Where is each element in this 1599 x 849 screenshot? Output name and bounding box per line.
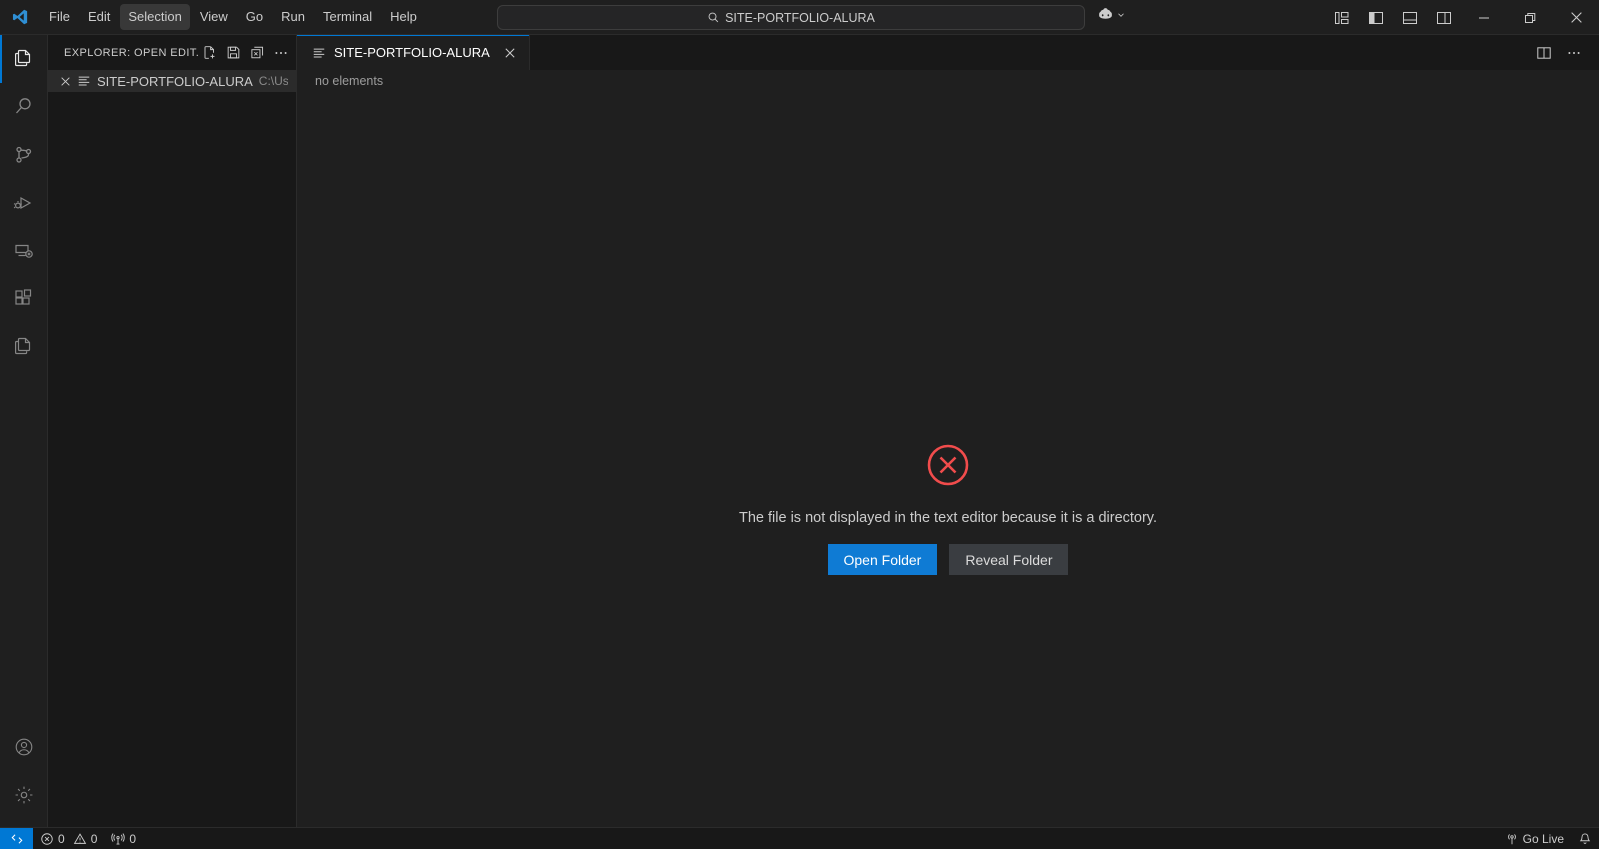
breadcrumb[interactable]: no elements	[297, 70, 1599, 92]
menu-file[interactable]: File	[41, 4, 78, 30]
activity-item-explorer[interactable]	[0, 35, 48, 83]
close-icon[interactable]	[60, 73, 71, 89]
layout-panel-icon[interactable]	[1393, 0, 1427, 35]
copilot-button[interactable]	[1097, 6, 1126, 23]
menu-bar: File Edit Selection View Go Run Terminal…	[40, 0, 426, 34]
tab-bar: SITE-PORTFOLIO-ALURA	[297, 35, 1599, 70]
search-icon	[707, 11, 720, 24]
go-live-label: Go Live	[1522, 831, 1564, 846]
activity-item-extensions[interactable]	[0, 275, 48, 323]
remote-indicator[interactable]	[0, 827, 33, 849]
layout-sidebar-right-icon[interactable]	[1427, 0, 1461, 35]
status-notifications[interactable]	[1571, 828, 1599, 849]
menu-view[interactable]: View	[192, 4, 236, 30]
warning-count: 0	[90, 831, 98, 846]
broadcast-icon	[1505, 832, 1519, 846]
customize-layout-icon[interactable]	[1325, 0, 1359, 35]
workbench-body: EXPLORER: OPEN EDIT... SITE-PORTFOLIO-AL…	[0, 35, 1599, 827]
search-value: SITE-PORTFOLIO-ALURA	[725, 10, 875, 25]
open-editor-label: SITE-PORTFOLIO-ALURA	[97, 73, 253, 89]
search-input[interactable]: SITE-PORTFOLIO-ALURA	[497, 5, 1085, 30]
vscode-window: File Edit Selection View Go Run Terminal…	[0, 0, 1599, 849]
activity-item-search[interactable]	[0, 83, 48, 131]
warning-icon	[73, 832, 87, 846]
activity-item-file-copy[interactable]	[0, 323, 48, 371]
ports-count: 0	[129, 831, 137, 846]
menu-edit[interactable]: Edit	[80, 4, 118, 30]
sidebar-header: EXPLORER: OPEN EDIT...	[48, 35, 296, 70]
files-icon	[12, 335, 36, 359]
extensions-icon	[12, 287, 36, 311]
tab-site-portfolio-alura[interactable]: SITE-PORTFOLIO-ALURA	[297, 35, 530, 70]
window-right-controls	[1325, 0, 1599, 35]
close-icon[interactable]	[1553, 0, 1599, 35]
radio-tower-icon	[111, 832, 126, 846]
sidebar-actions	[198, 42, 292, 64]
editor-placeholder: The file is not displayed in the text ed…	[297, 442, 1599, 575]
reveal-folder-button[interactable]: Reveal Folder	[949, 544, 1069, 575]
ellipsis-icon[interactable]	[1561, 40, 1587, 66]
directory-list-icon	[77, 73, 91, 89]
status-bar: 0 0 0 Go Live	[0, 827, 1599, 849]
files-icon	[12, 47, 36, 71]
close-icon[interactable]	[501, 44, 519, 62]
ellipsis-icon[interactable]	[270, 42, 292, 64]
directory-list-icon	[311, 45, 327, 61]
minimize-icon[interactable]	[1461, 0, 1507, 35]
open-editor-item[interactable]: SITE-PORTFOLIO-ALURA C:\Use...	[48, 70, 296, 92]
sidebar-title: EXPLORER: OPEN EDIT...	[64, 46, 198, 59]
copilot-icon	[1097, 6, 1114, 23]
debug-alt-icon	[12, 191, 36, 215]
activity-item-remote-explorer[interactable]	[0, 227, 48, 275]
search-icon	[12, 95, 36, 119]
menu-run[interactable]: Run	[273, 4, 313, 30]
error-count: 0	[58, 831, 65, 846]
save-all-icon[interactable]	[222, 42, 244, 64]
bell-icon	[1578, 832, 1592, 846]
status-ports[interactable]: 0	[104, 828, 143, 849]
restore-icon[interactable]	[1507, 0, 1553, 35]
status-bar-right: Go Live	[1498, 828, 1599, 849]
status-go-live[interactable]: Go Live	[1498, 828, 1571, 849]
activity-item-source-control[interactable]	[0, 131, 48, 179]
activity-item-run-and-debug[interactable]	[0, 179, 48, 227]
vscode-logo-icon	[0, 8, 40, 26]
activity-bar	[0, 35, 48, 827]
menu-selection[interactable]: Selection	[120, 4, 190, 30]
tab-label: SITE-PORTFOLIO-ALURA	[334, 45, 490, 60]
account-icon	[13, 736, 35, 758]
chevron-down-icon	[1116, 10, 1126, 20]
activity-item-accounts[interactable]	[0, 723, 48, 771]
source-control-icon	[12, 143, 36, 167]
error-circle-x-icon	[925, 442, 971, 488]
remote-explorer-icon	[12, 239, 36, 263]
split-editor-icon[interactable]	[1531, 40, 1557, 66]
sidebar-explorer-open-editors: EXPLORER: OPEN EDIT... SITE-PORTFOLIO-AL…	[48, 35, 297, 827]
menu-terminal[interactable]: Terminal	[315, 4, 380, 30]
error-icon	[40, 832, 54, 846]
activity-item-settings[interactable]	[0, 771, 48, 819]
placeholder-message: The file is not displayed in the text ed…	[738, 510, 1158, 526]
editor-actions	[1531, 35, 1599, 70]
open-editor-path: C:\Use...	[258, 74, 288, 88]
menu-go[interactable]: Go	[238, 4, 271, 30]
gear-icon	[13, 784, 35, 806]
editor-group: SITE-PORTFOLIO-ALURA no elements The fil…	[297, 35, 1599, 827]
remote-icon	[10, 832, 24, 846]
title-bar: File Edit Selection View Go Run Terminal…	[0, 0, 1599, 35]
layout-sidebar-left-icon[interactable]	[1359, 0, 1393, 35]
status-problems[interactable]: 0 0	[33, 828, 104, 849]
editor-placeholder-area: The file is not displayed in the text ed…	[297, 92, 1599, 827]
placeholder-buttons: Open Folder Reveal Folder	[827, 544, 1069, 575]
close-all-icon[interactable]	[246, 42, 268, 64]
open-folder-button[interactable]: Open Folder	[827, 544, 938, 575]
new-file-icon[interactable]	[198, 42, 220, 64]
menu-help[interactable]: Help	[382, 4, 425, 30]
